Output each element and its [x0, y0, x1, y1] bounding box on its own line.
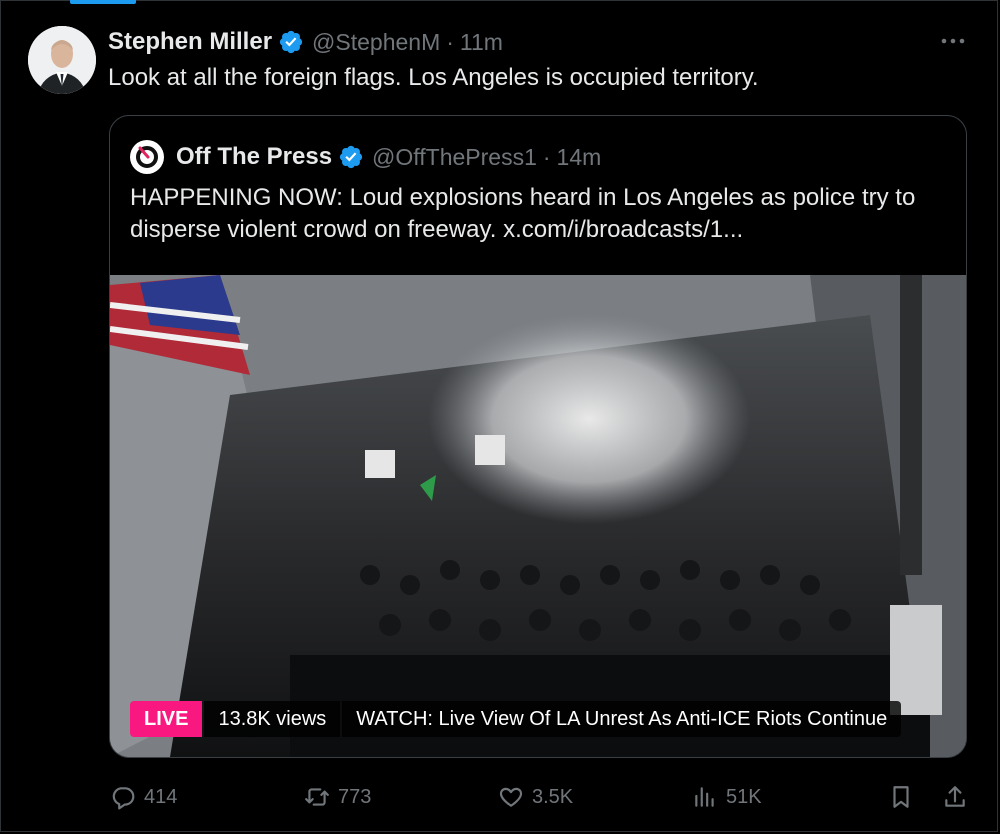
share-icon: [945, 786, 965, 807]
quoted-avatar[interactable]: [130, 140, 164, 174]
verified-badge-icon[interactable]: [338, 144, 364, 170]
repost-button[interactable]: 773: [304, 780, 371, 814]
heart-icon: [499, 787, 523, 807]
tweet-text: Look at all the foreign flags. Los Angel…: [108, 64, 759, 91]
analytics-icon: [695, 787, 714, 807]
live-badge: LIVE: [130, 701, 203, 737]
like-count: 3.5K: [532, 785, 574, 808]
separator-dot: ·: [542, 143, 551, 170]
avatar[interactable]: [28, 26, 96, 94]
tweet-header: Stephen Miller @StephenM · 11m: [108, 26, 503, 58]
timestamp[interactable]: 11m: [460, 29, 503, 56]
quoted-author-name[interactable]: Off The Press: [176, 143, 332, 171]
quoted-author-handle[interactable]: @OffThePress1: [372, 144, 537, 171]
more-horizontal-icon[interactable]: [940, 34, 966, 48]
views-button[interactable]: 51K: [692, 780, 762, 814]
broadcast-info-bar: LIVE 13.8K views WATCH: Live View Of LA …: [130, 701, 902, 737]
avatar-photo: [28, 26, 96, 94]
views-count: 51K: [726, 785, 762, 808]
broadcast-thumbnail: [110, 275, 966, 757]
reply-button[interactable]: 414: [110, 780, 177, 814]
quoted-tweet[interactable]: Off The Press @OffThePress1 · 14m HAPPEN…: [109, 115, 967, 758]
separator-dot: ·: [446, 28, 454, 55]
reply-icon: [112, 787, 135, 810]
author-handle[interactable]: @StephenM: [312, 29, 440, 56]
verified-badge-icon[interactable]: [278, 29, 304, 55]
broadcast-title: WATCH: Live View Of LA Unrest As Anti-IC…: [342, 701, 902, 737]
bookmark-icon: [893, 786, 909, 808]
repost-icon: [305, 788, 329, 806]
bookmark-button[interactable]: [888, 780, 914, 814]
reply-count: 414: [144, 785, 178, 808]
broadcast-views: 13.8K views: [204, 701, 341, 737]
quoted-tweet-text: HAPPENING NOW: Loud explosions heard in …: [130, 184, 916, 243]
action-bar: 414 773 3.5K 51K: [0, 780, 1000, 814]
author-name[interactable]: Stephen Miller: [108, 28, 272, 56]
tab-indicator: [70, 0, 136, 4]
quoted-tweet-header: Off The Press @OffThePress1 · 14m: [130, 140, 601, 174]
repost-count: 773: [338, 785, 372, 808]
live-broadcast-video[interactable]: LIVE 13.8K views WATCH: Live View Of LA …: [110, 275, 966, 757]
quoted-timestamp[interactable]: 14m: [557, 144, 602, 171]
off-the-press-logo-icon: [136, 146, 158, 168]
like-button[interactable]: 3.5K: [498, 780, 573, 814]
share-button[interactable]: [942, 780, 968, 814]
